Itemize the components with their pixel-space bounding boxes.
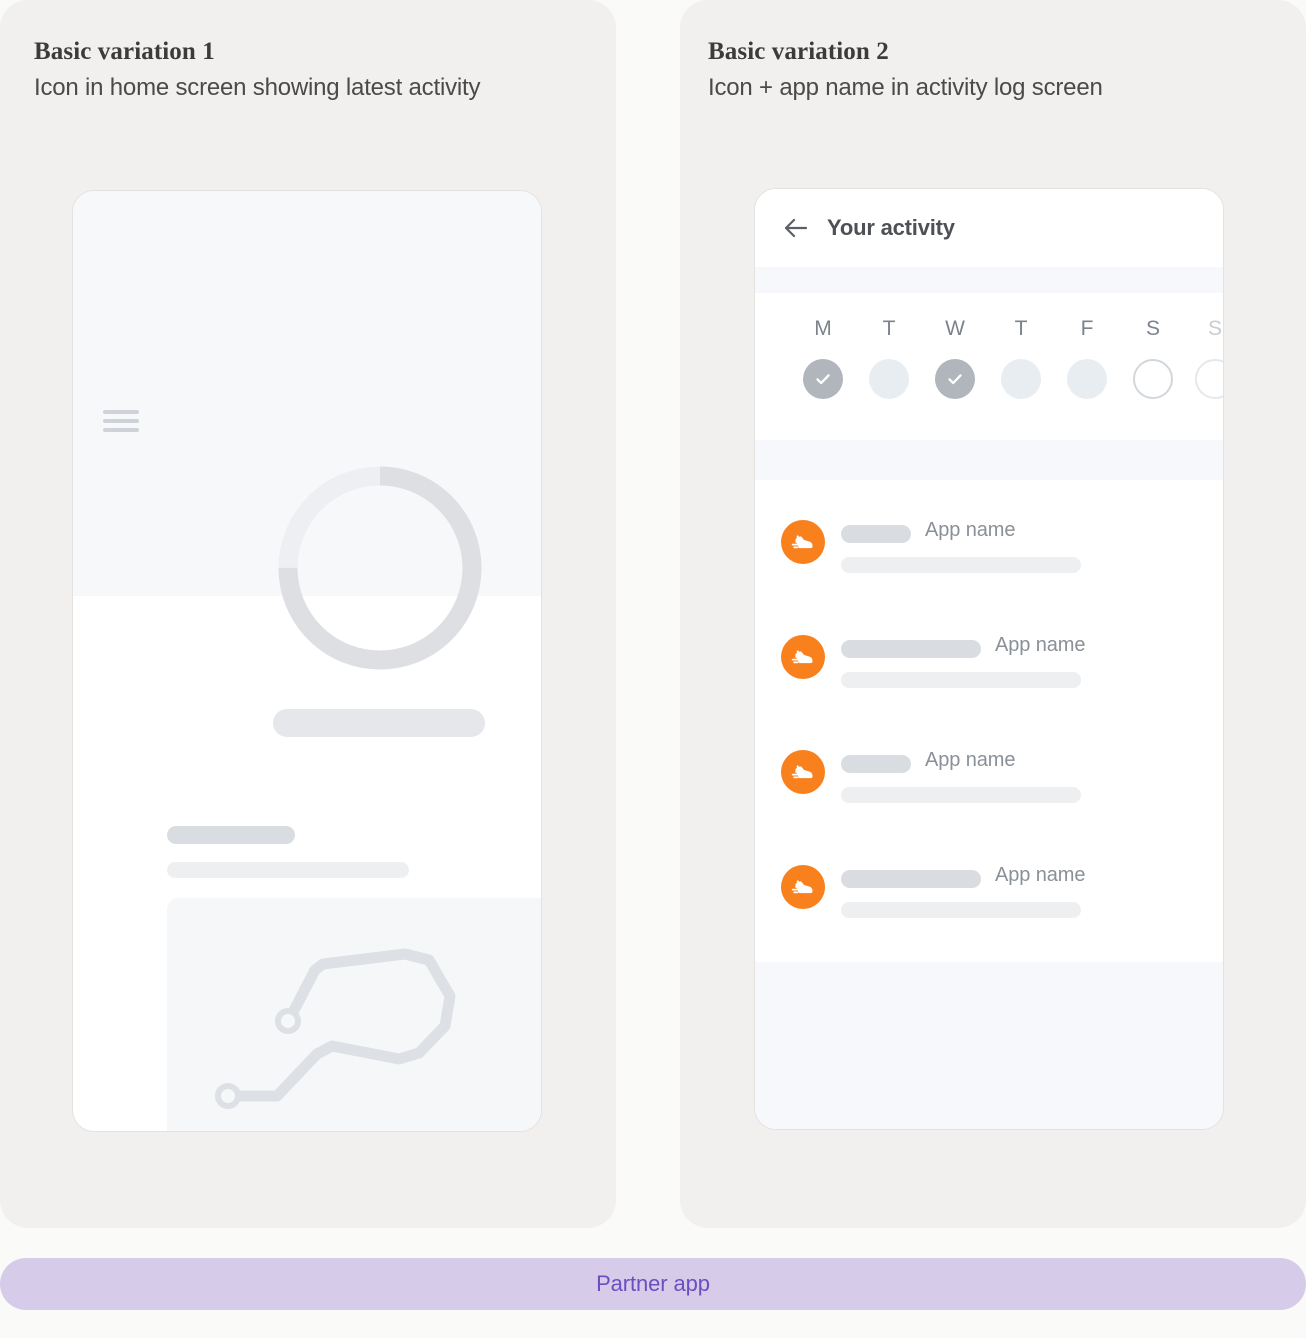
partner-app-legend-bar: Partner app [0, 1258, 1306, 1310]
activity-subtitle-placeholder [167, 862, 409, 878]
day-selector-4[interactable]: F [1057, 315, 1117, 399]
phone-mockup-activity-log: Your activity MTWTFSS App name App name Ap… [754, 188, 1224, 1130]
activity-footer-area [755, 962, 1223, 1129]
day-letter: S [1207, 317, 1222, 340]
hamburger-bar [103, 410, 139, 414]
app-name-label: App name [925, 519, 1016, 541]
day-selector-3[interactable]: T [991, 315, 1051, 399]
activity-title-placeholder [841, 640, 981, 658]
design-board: Basic variation 1 Icon in home screen sh… [0, 0, 1306, 1338]
activity-log-row[interactable]: App name [755, 623, 1223, 691]
running-shoe-icon[interactable] [781, 750, 825, 794]
hero-placeholder-bar [273, 709, 485, 737]
list-section-strip [755, 440, 1223, 480]
activity-subtitle-placeholder [841, 787, 1081, 803]
phone-mockup-home-screen [72, 190, 542, 1132]
day-letter: F [1080, 317, 1094, 340]
activity-subtitle-placeholder [841, 557, 1081, 573]
activity-app-bar: Your activity [755, 189, 1223, 267]
week-day-selector: MTWTFSS [755, 293, 1223, 440]
day-selector-5[interactable]: S [1123, 315, 1183, 399]
panel-1-subtitle: Icon in home screen showing latest activ… [34, 74, 481, 101]
day-dot-outline[interactable] [1133, 359, 1173, 399]
day-letter: T [1014, 317, 1028, 340]
day-selector-2[interactable]: W [925, 315, 985, 399]
activity-subtitle-placeholder [841, 902, 1081, 918]
running-shoe-icon[interactable] [781, 865, 825, 909]
day-letter: W [945, 317, 965, 340]
activity-screen-title: Your activity [827, 215, 955, 240]
day-letter: S [1145, 317, 1160, 340]
activity-progress-ring [270, 458, 490, 678]
day-dot-inactive[interactable] [1067, 359, 1107, 399]
activity-log-row[interactable]: App name [755, 508, 1223, 576]
activity-log-row[interactable]: App name [755, 853, 1223, 921]
activity-title-placeholder [841, 870, 981, 888]
activity-log-list: App name App name App name App name [755, 480, 1223, 962]
partner-app-label: Partner app [596, 1271, 710, 1296]
day-selector-1[interactable]: T [859, 315, 919, 399]
app-bar-strip [755, 267, 1223, 293]
panel-1-title: Basic variation 1 [34, 38, 215, 65]
route-map-illustration [167, 898, 541, 1131]
check-icon[interactable] [935, 359, 975, 399]
day-selector-6[interactable]: S [1185, 315, 1223, 399]
running-shoe-icon[interactable] [781, 635, 825, 679]
hamburger-bar [103, 428, 139, 432]
panel-2-subtitle: Icon + app name in activity log screen [708, 74, 1103, 101]
activity-title-placeholder [841, 755, 911, 773]
day-letter: M [814, 317, 832, 340]
check-icon[interactable] [803, 359, 843, 399]
hamburger-bar [103, 419, 139, 423]
hamburger-menu-icon[interactable] [103, 410, 139, 432]
day-selector-0[interactable]: M [793, 315, 853, 399]
app-name-label: App name [925, 749, 1016, 771]
running-shoe-icon[interactable] [781, 520, 825, 564]
panel-2-title: Basic variation 2 [708, 38, 889, 65]
activity-subtitle-placeholder [841, 672, 1081, 688]
activity-log-row[interactable]: App name [755, 738, 1223, 806]
day-dot-inactive[interactable] [1001, 359, 1041, 399]
day-dot-inactive[interactable] [869, 359, 909, 399]
day-dot-outline-faint[interactable] [1195, 359, 1223, 399]
app-name-label: App name [995, 634, 1086, 656]
back-arrow-icon[interactable] [781, 213, 811, 243]
activity-title-placeholder [841, 525, 911, 543]
app-name-label: App name [995, 864, 1086, 886]
activity-title-placeholder [167, 826, 295, 844]
day-letter: T [882, 317, 896, 340]
